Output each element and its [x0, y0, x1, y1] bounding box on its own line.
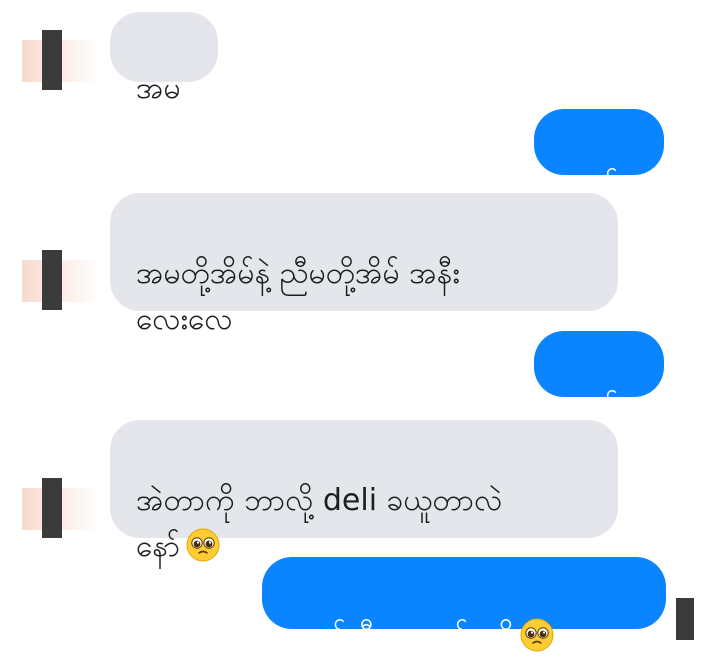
message-bubble-sent[interactable]: ဟုတ်	[534, 109, 664, 203]
chat-thread: အမ ဟုတ် အမတို့အိမ်နဲ့ ညီမတို့အိမ် အနီး လ…	[0, 0, 719, 654]
message-bubble-sent[interactable]: ဘော်လီ ထ ဝတ်ရလို့	[262, 557, 666, 654]
message-bubble-received[interactable]: အမ	[110, 12, 218, 106]
pleading-face-emoji-icon	[186, 528, 220, 562]
sender-avatar[interactable]	[22, 478, 100, 538]
message-text: ဘော်လီ ထ ဝတ်ရလို့	[290, 619, 514, 654]
message-text: အမတို့အိမ်နဲ့ ညီမတို့အိမ် အနီး လေးလေ	[136, 256, 460, 337]
sender-avatar[interactable]	[22, 30, 100, 90]
sender-avatar[interactable]	[22, 250, 100, 310]
message-text: အမ	[136, 71, 181, 106]
message-bubble-received[interactable]: အဲတာကို ဘာလို့ deli ခယူတာလဲ နော်	[110, 420, 618, 564]
message-bubble-sent[interactable]: ဟုတ်	[534, 331, 664, 425]
message-bubble-received[interactable]: အမတို့အိမ်နဲ့ ညီမတို့အိမ် အနီး လေးလေ	[110, 193, 618, 337]
redaction-mark	[676, 598, 694, 640]
pleading-face-emoji-icon	[520, 618, 554, 652]
